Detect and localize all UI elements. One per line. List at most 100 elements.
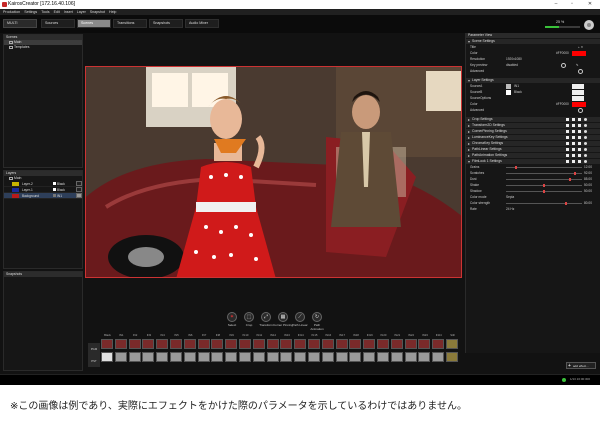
pgm-crosspoint-button[interactable] [266, 339, 279, 349]
tab-scenes[interactable]: Scenes [77, 19, 111, 28]
pst-crosspoint-button[interactable] [446, 352, 458, 362]
enable-checkbox[interactable] [566, 136, 569, 139]
effect-section[interactable]: CornerPinning Settings [466, 129, 600, 134]
pgm-crosspoint-button[interactable] [280, 339, 293, 349]
pgm-crosspoint-button[interactable] [432, 339, 445, 349]
effect-section[interactable]: Transform2D Settings [466, 123, 600, 128]
menu-settings[interactable]: Settings [24, 10, 37, 14]
pgm-crosspoint-button[interactable] [363, 339, 376, 349]
pst-crosspoint-button[interactable] [128, 352, 141, 362]
copy-icon[interactable] [572, 136, 575, 139]
tab-sources[interactable]: Sources [41, 19, 75, 28]
pen-icon[interactable] [572, 89, 584, 95]
pst-crosspoint-button[interactable] [156, 352, 169, 362]
enable-checkbox[interactable] [566, 154, 569, 157]
pst-crosspoint-button[interactable] [142, 352, 155, 362]
pst-crosspoint-button[interactable] [349, 352, 362, 362]
pgm-crosspoint-button[interactable] [142, 339, 155, 349]
delete-icon[interactable] [578, 124, 581, 127]
menu-help[interactable]: Help [109, 10, 116, 14]
pgm-crosspoint-button[interactable] [252, 339, 265, 349]
scene-preview[interactable] [85, 66, 462, 278]
param-slider[interactable] [506, 166, 582, 169]
zoom-slider[interactable] [545, 26, 580, 28]
pen-icon[interactable] [572, 83, 584, 89]
layer-preview-box[interactable] [76, 193, 82, 198]
param-slider[interactable] [506, 184, 582, 187]
enable-checkbox[interactable] [566, 148, 569, 151]
copy-icon[interactable] [572, 154, 575, 157]
enable-checkbox[interactable] [566, 124, 569, 127]
effect-section[interactable]: PathLinear Settings [466, 147, 600, 152]
pst-crosspoint-button[interactable] [252, 352, 265, 362]
slider-handle[interactable] [543, 190, 545, 193]
menu-edit[interactable]: Edit [54, 10, 60, 14]
reset-icon[interactable] [561, 62, 566, 68]
pgm-crosspoint-button[interactable] [114, 339, 127, 349]
pgm-crosspoint-button[interactable] [156, 339, 169, 349]
enable-checkbox[interactable] [566, 118, 569, 121]
path-animation-effect-button[interactable]: ↻ [312, 312, 322, 322]
delete-icon[interactable] [578, 148, 581, 151]
corner-pinning-effect-button[interactable]: ▦ [278, 312, 288, 322]
menu-insert[interactable]: Insert [64, 10, 73, 14]
transform-effect-button[interactable]: ⤢ [261, 312, 271, 322]
pst-crosspoint-button[interactable] [183, 352, 196, 362]
slider-handle[interactable] [565, 202, 568, 205]
layer-preview-box[interactable] [76, 187, 82, 192]
multi-button[interactable]: MULTI [3, 19, 37, 28]
pst-crosspoint-button[interactable] [114, 352, 127, 362]
param-slider[interactable] [506, 172, 582, 175]
tab-snapshots[interactable]: Snapshots [149, 19, 183, 28]
delete-icon[interactable] [578, 130, 581, 133]
toggle-icon[interactable] [584, 154, 587, 157]
pgm-crosspoint-button[interactable] [349, 339, 362, 349]
pgm-crosspoint-button[interactable] [404, 339, 417, 349]
copy-icon[interactable] [572, 124, 575, 127]
menu-snapshot[interactable]: Snapshot [90, 10, 105, 14]
pst-crosspoint-button[interactable] [404, 352, 417, 362]
effect-section[interactable]: Crop Settings [466, 117, 600, 122]
path-linear-effect-button[interactable]: ⟋ [295, 312, 305, 322]
pst-crosspoint-button[interactable] [321, 352, 334, 362]
slider-handle[interactable] [568, 178, 571, 181]
settings-knob-icon[interactable] [584, 20, 594, 30]
pgm-crosspoint-button[interactable] [197, 339, 210, 349]
minimize-button[interactable]: – [550, 0, 562, 9]
pst-crosspoint-button[interactable] [197, 352, 210, 362]
pst-crosspoint-button[interactable] [418, 352, 431, 362]
layer-row[interactable]: Background IN1 [4, 193, 82, 199]
pen-icon[interactable] [572, 95, 584, 101]
effect-section[interactable]: PathAnimation Settings [466, 153, 600, 158]
pgm-crosspoint-button[interactable] [418, 339, 431, 349]
slider-handle[interactable] [574, 172, 577, 175]
pst-crosspoint-button[interactable] [101, 352, 113, 362]
toggle-icon[interactable] [584, 130, 587, 133]
pgm-crosspoint-button[interactable] [294, 339, 307, 349]
param-slider[interactable] [506, 190, 582, 193]
row-value[interactable]: 24 Hz [506, 206, 514, 212]
pst-crosspoint-button[interactable] [280, 352, 293, 362]
pgm-crosspoint-button[interactable] [321, 339, 334, 349]
enable-checkbox[interactable] [566, 142, 569, 145]
toggle-icon[interactable] [584, 142, 587, 145]
crop-effect-button[interactable]: ⬚ [244, 312, 254, 322]
pgm-crosspoint-button[interactable] [128, 339, 141, 349]
delete-icon[interactable] [578, 136, 581, 139]
toggle-icon[interactable] [584, 124, 587, 127]
delete-icon[interactable] [578, 154, 581, 157]
pst-crosspoint-button[interactable] [432, 352, 445, 362]
pst-crosspoint-button[interactable] [308, 352, 320, 362]
enable-checkbox[interactable] [566, 160, 569, 163]
maximize-button[interactable]: ▫ [566, 0, 578, 9]
pst-crosspoint-button[interactable] [335, 352, 348, 362]
pgm-crosspoint-button[interactable] [225, 339, 238, 349]
pgm-crosspoint-button[interactable] [239, 339, 251, 349]
add-effect-button[interactable]: add effect... [566, 362, 596, 369]
pgm-crosspoint-button[interactable] [170, 339, 182, 349]
close-button[interactable]: ✕ [584, 0, 596, 9]
effect-section[interactable]: ChromaKey Settings [466, 141, 600, 146]
layer-preview-box[interactable] [76, 181, 82, 186]
pgm-crosspoint-button[interactable] [377, 339, 389, 349]
color-strength-slider[interactable] [506, 202, 582, 205]
